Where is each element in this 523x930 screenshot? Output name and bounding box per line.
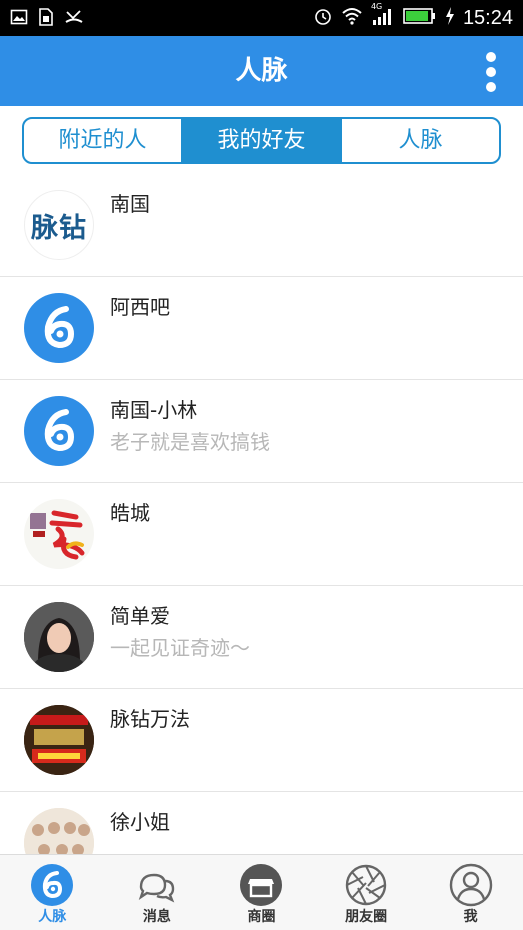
tab-connections[interactable]: 人脉 [340,119,499,162]
nav-business-circle[interactable]: 商圈 [209,855,314,930]
list-item[interactable]: 脉钻 南国 [0,174,523,277]
avatar [24,293,94,363]
contact-name: 简单爱 [110,604,170,628]
contact-name: 南国 [110,192,150,216]
six-logo-icon [44,306,75,349]
more-vertical-icon[interactable] [481,52,501,92]
contact-name: 皓城 [110,501,150,525]
signal-icon: 4G [371,2,395,30]
missed-call-icon [64,8,84,26]
nav-connections[interactable]: 人脉 [0,855,105,930]
store-icon [240,864,283,906]
wifi-icon [341,7,363,29]
battery-icon [403,7,437,29]
contact-name: 脉钻万法 [110,707,190,731]
group-photo-icon [24,808,94,854]
page-title: 人脉 [235,56,288,86]
haocheng-logo-icon [30,510,85,560]
avatar [24,602,94,672]
avatar [24,705,94,775]
bottom-nav: 人脉 消息 商圈 朋友圈 我 [0,854,523,930]
tab-nearby[interactable]: 附近的人 [24,119,181,162]
status-bar: 4G 15:24 [0,0,523,36]
avatar: 脉钻 [24,190,94,260]
app-header: 人脉 [0,36,523,106]
six-logo-icon [31,864,74,906]
nav-me[interactable]: 我 [418,855,523,930]
charging-icon [445,6,455,30]
nav-label: 人脉 [38,909,67,925]
user-photo-icon [24,602,94,672]
status-time: 15:24 [462,6,513,29]
nav-messages[interactable]: 消息 [105,855,210,930]
user-icon [449,863,492,907]
list-item[interactable]: 脉钻万法 [0,689,523,792]
tab-bar: 附近的人 我的好友 人脉 [22,117,501,164]
list-item[interactable]: 徐小姐 [0,792,523,854]
contact-name: 徐小姐 [110,810,170,834]
nav-label: 消息 [142,909,171,925]
list-item[interactable]: 皓城 [0,483,523,586]
avatar [24,499,94,569]
contact-list: 脉钻 南国 阿西吧 南国-小林 老子就是喜欢搞钱 皓城 简单爱 一起见证奇迹～ … [0,174,523,854]
nav-moments[interactable]: 朋友圈 [314,855,419,930]
nav-label: 商圈 [247,909,276,925]
alarm-icon [313,6,333,30]
list-item[interactable]: 南国-小林 老子就是喜欢搞钱 [0,380,523,483]
sim-icon [38,8,54,26]
six-logo-icon [44,409,75,452]
nav-label: 朋友圈 [345,909,388,925]
contact-signature: 老子就是喜欢搞钱 [110,430,270,454]
nav-label: 我 [463,909,478,925]
avatar [24,808,94,854]
list-item[interactable]: 阿西吧 [0,277,523,380]
game-poster-icon [24,705,94,775]
list-item[interactable]: 简单爱 一起见证奇迹～ [0,586,523,689]
contact-name: 南国-小林 [110,398,198,422]
aperture-icon [345,864,387,906]
maizuan-logo-text: 脉钻 [31,212,87,244]
tab-my-friends[interactable]: 我的好友 [181,119,340,162]
contact-signature: 一起见证奇迹～ [110,636,250,660]
image-icon [10,8,28,26]
avatar [24,396,94,466]
network-type-label: 4G [370,2,383,11]
contact-name: 阿西吧 [110,295,170,319]
chat-bubbles-icon [138,873,175,903]
